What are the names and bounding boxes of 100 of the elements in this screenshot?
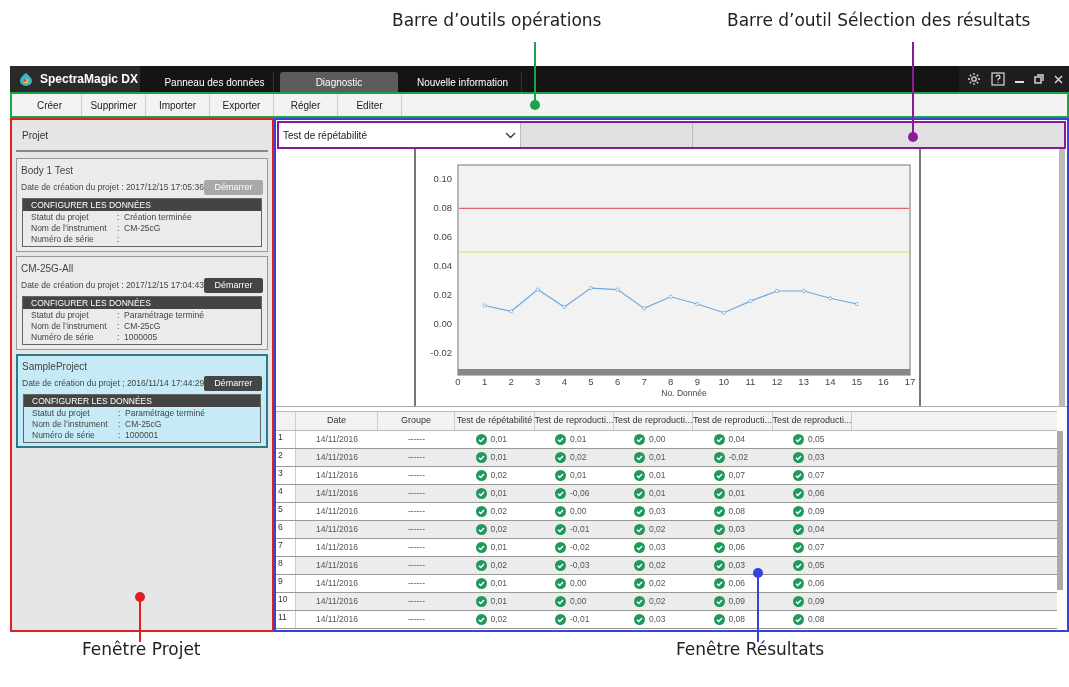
toolbar-button[interactable]: Supprimer	[82, 94, 146, 116]
data-point	[854, 302, 859, 307]
data-point	[775, 289, 780, 293]
data-point	[668, 294, 673, 299]
table-cell-text: 0,08	[728, 505, 747, 518]
axis-tick-label: 0.06	[433, 231, 452, 243]
table-cell-text: 0,02	[649, 559, 667, 572]
table-cell-text: 0,06	[728, 577, 747, 590]
axis-tick-label: 0.00	[433, 318, 452, 330]
row-number: 10	[276, 593, 296, 610]
table-cell-text: 14/11/2016	[315, 595, 359, 609]
axis-tick-label: 12	[771, 376, 783, 387]
table-cell-text: 0,03	[649, 541, 667, 554]
table-cell-text: 0,00	[570, 595, 588, 608]
table-cell-text: 0,01	[649, 451, 667, 464]
data-point	[482, 303, 487, 308]
table-cell-text: 0,01	[570, 469, 588, 482]
test-dropdown[interactable]: Test de répétabilité	[279, 123, 521, 147]
axis-tick-label: 3	[535, 376, 541, 387]
toolbar-button[interactable]: Importer	[146, 94, 210, 116]
column-header[interactable]: Date	[296, 412, 378, 430]
axis-tick-label: 7	[641, 376, 647, 387]
restore-icon[interactable]	[1034, 74, 1044, 84]
tab[interactable]: Diagnostic	[280, 72, 398, 92]
close-icon[interactable]	[1054, 74, 1063, 84]
toolbar-button[interactable]: Exporter	[210, 94, 274, 116]
row-number: 4	[276, 485, 296, 502]
field-value: : CM-25cG	[117, 223, 162, 234]
table-cell-text: 0,04	[808, 523, 826, 536]
table-cell-text: 0,06	[808, 577, 826, 590]
axis-tick-label: 0.10	[433, 173, 452, 185]
panel-title: Projet	[22, 130, 49, 141]
axis-tick-label: 6	[614, 376, 621, 387]
field-label: Numéro de série	[31, 332, 95, 343]
table-cell-text: 14/11/2016	[315, 523, 359, 537]
table-cell-text: 14/11/2016	[315, 469, 359, 483]
table-cell-text: 0,01	[728, 487, 747, 500]
table-cell-text: ------	[407, 505, 426, 519]
table-cell-text: 0,03	[728, 523, 747, 536]
table-cell-text: 0,00	[570, 577, 588, 590]
field-label: Statut du projet	[32, 408, 91, 419]
chart-scrollbar[interactable]	[458, 369, 910, 375]
table-cell-text: 14/11/2016	[315, 541, 359, 555]
project-card[interactable]: SampleProject Date de création du projet ; 2016/11/14 17:44:29 Démarrer CONFIGURER LES DONNÉES Statut du projet : Paramétrage terminé Nom de l’instrument : CM-25cG Numéro de série : 1000001	[16, 354, 268, 448]
table-cell-text: 14/11/2016	[315, 613, 359, 627]
project-name: SampleProject	[22, 360, 89, 374]
axis-tick-label: 0.04	[433, 260, 452, 272]
project-card[interactable]: Body 1 Test Date de création du projet : 2017/12/15 17:05:36 Démarrer CONFIGURER LES DONNÉES Statut du projet : Création terminée Nom de l’instrument : CM-25cG Numéro de série :	[16, 158, 268, 252]
table-cell-text: 0,03	[808, 451, 826, 464]
project-name: Body 1 Test	[21, 164, 75, 178]
axis-tick-label: 0	[455, 376, 461, 387]
callout-label: Fenêtre Projet	[82, 638, 201, 661]
column-header[interactable]: Test de reproducti...	[693, 412, 773, 430]
help-icon[interactable]	[991, 72, 1005, 86]
row-number: 7	[276, 539, 296, 556]
start-button[interactable]: Démarrer	[204, 376, 262, 391]
column-header[interactable]: Test de reproducti...	[614, 412, 693, 430]
axis-tick-label: 0.08	[433, 202, 452, 214]
table-cell-text: 0,09	[808, 595, 826, 608]
table-cell-text: 0,01	[570, 433, 588, 446]
table-cell-text: -0,03	[570, 559, 591, 572]
axis-tick-label: 14	[824, 376, 836, 387]
table-cell-text: 0,01	[649, 487, 667, 500]
axis-title: No. Donnée	[661, 388, 707, 398]
column-header[interactable]: Groupe	[378, 412, 455, 430]
column-header[interactable]: Test de reproducti...	[773, 412, 852, 430]
axis-tick-label: 16	[878, 376, 889, 387]
table-cell-text: ------	[407, 559, 426, 573]
field-label: Numéro de série	[31, 234, 95, 245]
table-cell-text: 0,02	[649, 523, 667, 536]
table-cell-text: -0,01	[570, 613, 591, 626]
section-header: CONFIGURER LES DONNÉES	[23, 297, 261, 309]
app-logo-icon	[20, 72, 32, 86]
settings-icon[interactable]	[967, 72, 981, 86]
toolbar-button[interactable]: Editer	[338, 94, 402, 116]
project-name: CM-25G-All	[21, 262, 75, 276]
table-cell-text: ------	[407, 487, 426, 501]
section-header: CONFIGURER LES DONNÉES	[23, 199, 261, 211]
table-cell-text: 0,02	[490, 469, 509, 482]
data-point	[801, 289, 806, 293]
toolbar-button[interactable]: Régler	[274, 94, 338, 116]
column-header[interactable]: Test de répétabilité	[455, 412, 535, 430]
table-cell-text: 14/11/2016	[315, 433, 359, 447]
table-cell-text: 0,01	[490, 577, 509, 590]
table-cell-text: 0,00	[570, 505, 588, 518]
table-cell-text: 0,02	[490, 559, 509, 572]
table-cell-text: 0,05	[808, 559, 826, 572]
axis-tick-label: 11	[745, 376, 756, 387]
data-point	[562, 304, 567, 309]
axis-tick-label: 5	[588, 376, 594, 387]
table-cell-text: 0,08	[808, 613, 826, 626]
start-button[interactable]: Démarrer	[203, 278, 263, 293]
project-card[interactable]: CM-25G-All Date de création du projet : 2017/12/15 17:04:43 Démarrer CONFIGURER LES DONNÉES Statut du projet : Paramétrage terminé Nom de l’instrument : CM-25cG Numéro de série : 1000005	[16, 256, 268, 350]
axis-tick-label: 2	[508, 376, 514, 387]
toolbar-button[interactable]: Créer	[18, 94, 82, 116]
table-cell-text: 0,08	[728, 613, 747, 626]
column-header[interactable]: Test de reproducti...	[535, 412, 614, 430]
data-point	[615, 287, 620, 292]
app-title: SpectraMagic DX	[40, 71, 139, 88]
axis-tick-label: 15	[851, 376, 863, 387]
